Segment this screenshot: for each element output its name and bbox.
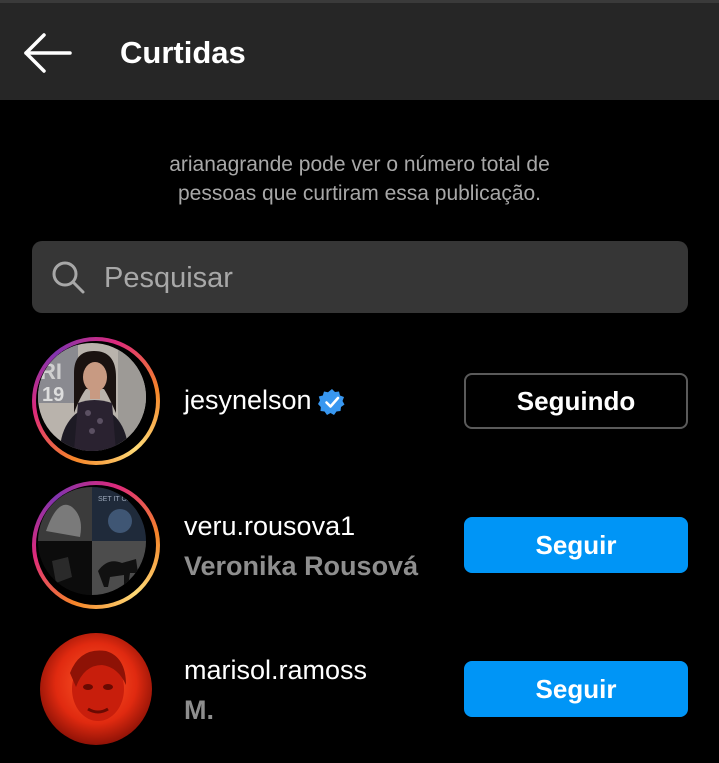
notice-line-2: pessoas que curtiram essa publicação. [177,182,542,205]
list-item[interactable]: RI 19 jesynelson Seguindo [0,337,719,467]
svg-text:19: 19 [42,384,64,406]
avatar[interactable]: SET IT OF [38,487,146,595]
verified-badge-icon [317,388,345,415]
back-arrow-icon [24,33,72,73]
username-text: jesynelson [184,385,312,415]
username-link[interactable]: jesynelson [184,385,346,416]
full-name-text: Veronika Rousová [184,551,419,581]
page-title: Curtidas [120,35,246,70]
story-ring[interactable]: RI 19 [32,337,160,465]
list-item[interactable]: SET IT OF veru.rousova1 Veronika Rousová… [0,481,719,611]
search-icon [52,261,85,294]
top-bar: Curtidas [0,0,719,100]
story-ring[interactable]: SET IT OF [32,481,160,609]
follow-button[interactable]: Seguir [464,661,688,717]
svg-text:RI: RI [40,359,62,384]
back-button[interactable] [20,31,76,75]
username-text[interactable]: veru.rousova1 [184,511,355,542]
list-item[interactable]: marisol.ramoss M. Seguir [0,625,719,755]
search-input[interactable] [102,241,666,315]
follow-button[interactable]: Seguir [464,517,688,573]
avatar[interactable]: RI 19 [38,343,146,451]
avatar[interactable] [40,633,152,745]
following-button[interactable]: Seguindo [464,373,688,429]
full-name-text: M. [184,695,214,725]
likes-privacy-notice: arianagrande pode ver o número total de … [0,150,719,208]
search-bar[interactable] [32,241,688,315]
notice-line-1: arianagrande pode ver o número total de [169,153,550,176]
username-text[interactable]: marisol.ramoss [184,655,367,686]
